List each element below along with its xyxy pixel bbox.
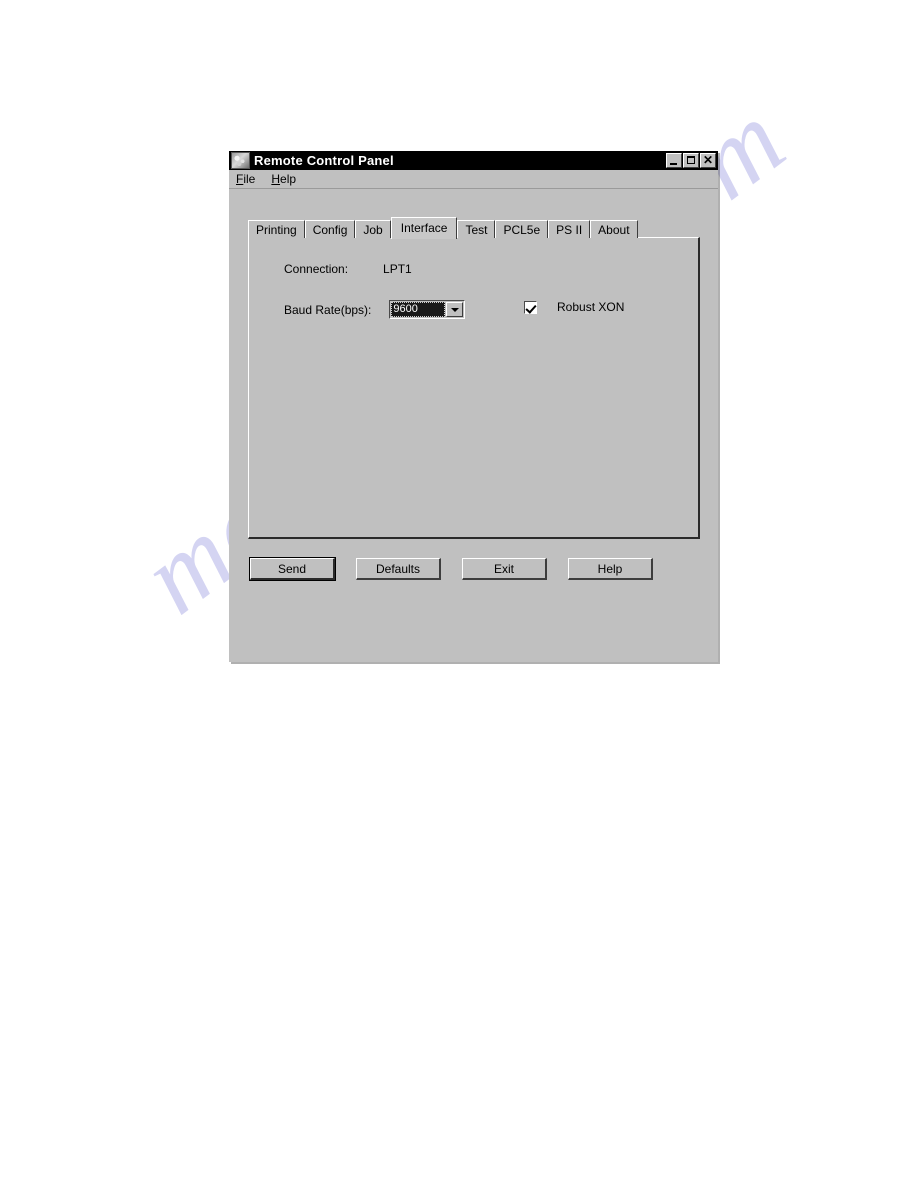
defaults-button[interactable]: Defaults [356,558,441,580]
tab-test[interactable]: Test [457,220,496,238]
window-controls: ✕ [666,153,716,168]
exit-button[interactable]: Exit [462,558,547,580]
button-bar: Send Defaults Exit Help [249,557,680,581]
baud-rate-row: Baud Rate(bps): 9600 [284,300,466,319]
minimize-button[interactable] [666,153,682,168]
robust-xon-checkbox[interactable] [524,300,537,314]
remote-control-panel-window: Remote Control Panel ✕ File Help Printin… [229,151,718,662]
maximize-button[interactable] [683,153,699,168]
connection-row: Connection: LPT1 [284,262,412,276]
help-button[interactable]: Help [568,558,653,580]
menu-item-file[interactable]: File [236,172,255,186]
connection-value: LPT1 [383,262,412,276]
chevron-down-icon[interactable] [446,302,464,317]
baud-rate-value[interactable]: 9600 [391,302,446,317]
tab-about[interactable]: About [590,220,638,238]
connection-label: Connection: [284,262,349,276]
maximize-icon [687,156,695,164]
baud-rate-combobox[interactable]: 9600 [389,300,466,319]
baud-rate-label: Baud Rate(bps): [284,302,372,317]
tabstrip: Printing Config Job Interface Test PCL5e… [248,216,700,239]
tab-ps-ii[interactable]: PS II [548,220,591,238]
robust-xon-checkbox-row[interactable]: Robust XON [524,300,624,314]
close-button[interactable]: ✕ [700,153,716,168]
tab-pcl5e[interactable]: PCL5e [495,220,549,238]
robust-xon-label: Robust XON [557,300,625,314]
tab-printing[interactable]: Printing [248,220,305,238]
close-icon: ✕ [702,153,714,167]
tab-job[interactable]: Job [355,220,391,238]
interface-tab-panel: Connection: LPT1 Baud Rate(bps): 9600 Ro… [248,237,700,539]
printer-icon [231,152,250,169]
menubar: File Help [229,170,718,189]
titlebar[interactable]: Remote Control Panel ✕ [229,151,718,170]
tab-config[interactable]: Config [304,220,356,238]
client-area: Printing Config Job Interface Test PCL5e… [229,189,718,662]
tab-interface[interactable]: Interface [390,217,458,239]
menu-item-help[interactable]: Help [271,172,296,186]
window-title: Remote Control Panel [254,153,394,168]
minimize-icon [670,163,677,165]
send-button[interactable]: Send [249,557,336,581]
